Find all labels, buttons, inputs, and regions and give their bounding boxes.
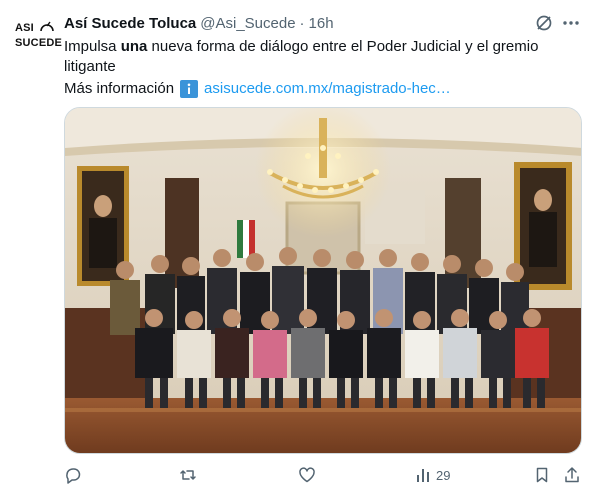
avatar-logo-line-1: ASI	[15, 22, 34, 34]
timestamp[interactable]: 16h	[309, 15, 334, 32]
info-icon	[180, 80, 199, 98]
views-button[interactable]: 29	[414, 465, 450, 485]
like-button[interactable]	[298, 465, 316, 485]
separator-dot: ·	[299, 14, 305, 32]
more-options-icon[interactable]	[561, 13, 581, 33]
tweet-photo[interactable]	[64, 107, 582, 454]
like-icon	[299, 467, 315, 483]
reply-button[interactable]	[64, 465, 82, 485]
retweet-button[interactable]	[179, 465, 197, 485]
avatar[interactable]: ASI SUCEDE	[12, 12, 62, 58]
avatar-logo-line-2: SUCEDE	[15, 37, 63, 49]
more-info-line: Más información asisucede.com.mx/magistr…	[64, 79, 574, 99]
bookmark-button[interactable]	[533, 465, 551, 485]
tweet-text: Impulsa una nueva forma de diálogo entre…	[64, 37, 574, 99]
logo-arc-icon	[40, 21, 54, 32]
retweet-icon	[180, 470, 196, 480]
text-bold: una	[120, 38, 148, 55]
views-icon	[417, 469, 429, 482]
author-name[interactable]: Así Sucede Toluca	[64, 15, 196, 32]
grok-icon[interactable]	[534, 13, 554, 33]
bookmark-icon	[536, 467, 548, 483]
action-bar: 29	[64, 462, 584, 488]
reply-icon	[66, 468, 81, 484]
views-count: 29	[436, 467, 451, 483]
tweet-body: Impulsa una nueva forma de diálogo entre…	[64, 37, 574, 77]
group-photo-image	[65, 108, 581, 453]
tweet-header: Así Sucede Toluca @Asi_Sucede · 16h	[64, 13, 334, 33]
share-button[interactable]	[563, 465, 581, 485]
share-icon	[565, 467, 579, 483]
tweet[interactable]: ASI SUCEDE Así Sucede Toluca @Asi_Sucede…	[0, 0, 599, 500]
author-handle[interactable]: @Asi_Sucede	[200, 15, 295, 32]
article-link[interactable]: asisucede.com.mx/magistrado-hec…	[204, 79, 451, 99]
text-start: Impulsa	[64, 38, 121, 55]
more-info-label: Más información	[64, 80, 175, 97]
